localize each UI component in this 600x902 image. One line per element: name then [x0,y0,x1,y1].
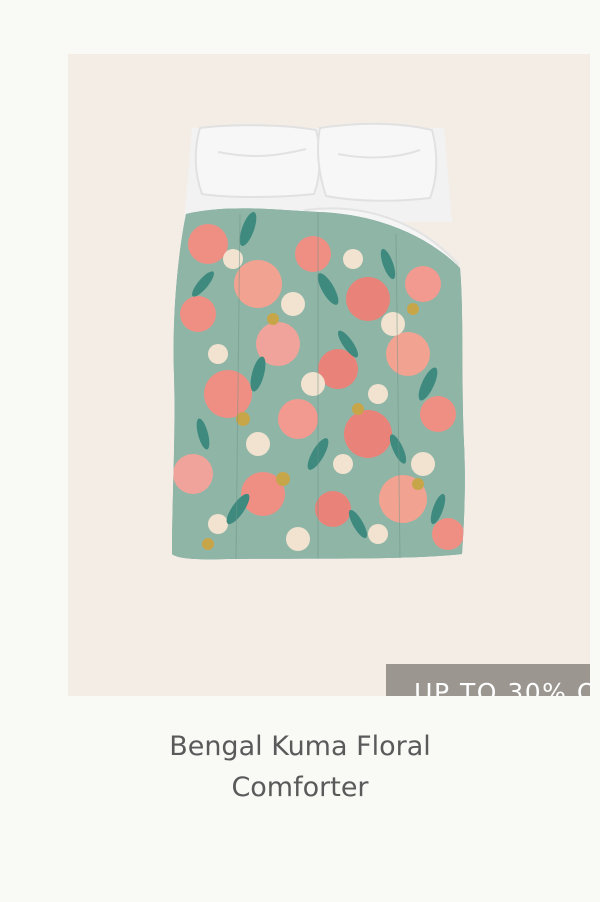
discount-badge: UP TO 30% OFF [386,664,590,696]
product-title[interactable]: Bengal Kuma Floral Comforter [0,726,600,808]
left-pillow [194,124,321,198]
comforter-bed-illustration [172,122,465,560]
floral-comforter [172,208,465,560]
product-card[interactable]: UP TO 30% OFF Bengal Kuma Floral Comfort… [0,0,600,902]
product-image[interactable]: UP TO 30% OFF [68,54,590,696]
right-pillow [317,122,438,202]
product-title-line-1: Bengal Kuma Floral [169,731,431,762]
product-title-line-2: Comforter [231,772,369,803]
